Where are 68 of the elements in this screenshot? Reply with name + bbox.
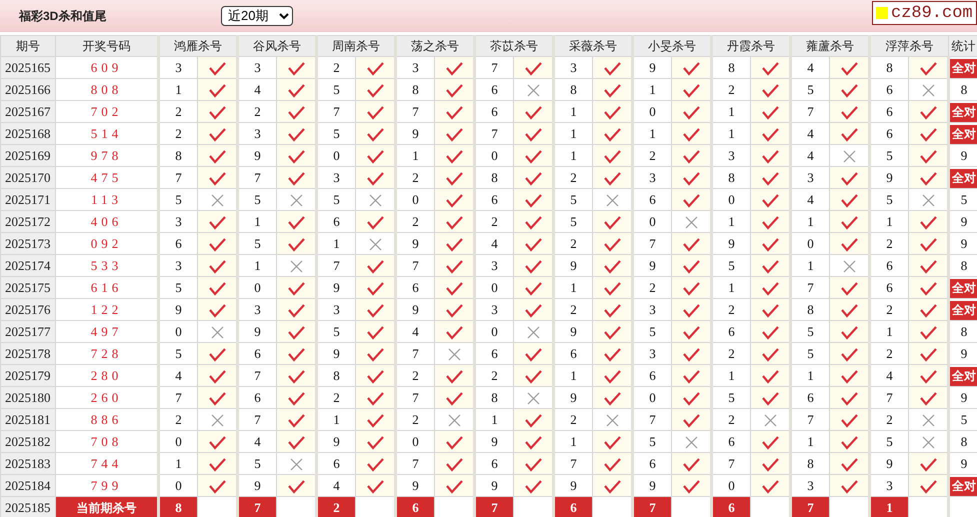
all-correct-badge: 全对 [950, 366, 977, 386]
column-header: 丹霞杀号 [712, 36, 790, 56]
period-cell: 2025165 [0, 56, 56, 78]
period-cell: 2025166 [0, 78, 56, 100]
all-correct-badge: 全对 [950, 278, 977, 298]
all-correct-badge: 全对 [950, 124, 977, 144]
hit-count: 8 [960, 434, 968, 449]
period-cell: 2025175 [0, 276, 56, 298]
period-cell: 2025180 [0, 386, 56, 408]
page-title: 福彩3D杀和值尾 [19, 8, 108, 24]
current-kill-number: 7 [474, 496, 514, 517]
all-correct-badge: 全对 [950, 168, 977, 188]
column-header: 荡之杀号 [396, 36, 474, 56]
period-cell: 2025179 [0, 364, 56, 386]
period-cell: 2025167 [0, 100, 56, 122]
column-header: 采薇杀号 [554, 36, 632, 56]
column-header: 周南杀号 [316, 36, 396, 56]
current-kill-number: 8 [158, 496, 198, 517]
current-kill-number: 6 [712, 496, 750, 517]
column-header: 统计 [948, 36, 977, 56]
current-kill-number: 2 [316, 496, 356, 517]
logo-square-icon [876, 7, 888, 19]
period-cell: 2025169 [0, 144, 56, 166]
column-header: 浮萍杀号 [870, 36, 948, 56]
all-correct-badge: 全对 [950, 300, 977, 320]
current-kill-label: 当前期杀号 [56, 496, 158, 517]
current-kill-number: 6 [554, 496, 592, 517]
column-header: 开奖号码 [56, 36, 158, 56]
column-header: 苶苡杀号 [474, 36, 554, 56]
period-cell: 2025183 [0, 452, 56, 474]
current-kill-number: 7 [632, 496, 672, 517]
all-correct-badge: 全对 [950, 58, 977, 78]
period-cell: 2025176 [0, 298, 56, 320]
period-cell: 2025170 [0, 166, 56, 188]
hit-count: 8 [960, 82, 968, 97]
period-cell: 2025173 [0, 232, 56, 254]
hit-count: 9 [960, 148, 968, 163]
hit-count: 9 [960, 390, 968, 405]
period-cell: 2025181 [0, 408, 56, 430]
all-correct-badge: 全对 [950, 102, 977, 122]
column-header: 小旻杀号 [632, 36, 712, 56]
period-cell: 2025182 [0, 430, 56, 452]
period-select[interactable]: 近20期 [221, 6, 293, 26]
all-correct-badge: 全对 [950, 476, 977, 496]
hit-count: 9 [960, 214, 968, 229]
column-header: 期号 [0, 36, 56, 56]
column-header: 鸿雁杀号 [158, 36, 238, 56]
current-kill-number: 7 [790, 496, 830, 517]
current-kill-number: 7 [238, 496, 276, 517]
hit-count: 8 [960, 258, 968, 273]
hit-count: 9 [960, 236, 968, 251]
period-cell: 2025168 [0, 122, 56, 144]
period-cell: 2025172 [0, 210, 56, 232]
period-cell: 2025177 [0, 320, 56, 342]
hit-count: 5 [960, 192, 968, 207]
column-header: 谷风杀号 [238, 36, 316, 56]
period-cell: 2025178 [0, 342, 56, 364]
current-kill-number: 1 [870, 496, 908, 517]
period-cell: 2025174 [0, 254, 56, 276]
current-kill-number: 6 [396, 496, 434, 517]
period-cell: 2025184 [0, 474, 56, 496]
period-cell: 2025171 [0, 188, 56, 210]
hit-count: 9 [960, 456, 968, 471]
period-cell: 2025185 [0, 496, 56, 517]
hit-count: 8 [960, 324, 968, 339]
hit-count: 9 [960, 346, 968, 361]
hit-count: 5 [960, 412, 968, 427]
column-header: 蕹蘆杀号 [790, 36, 870, 56]
